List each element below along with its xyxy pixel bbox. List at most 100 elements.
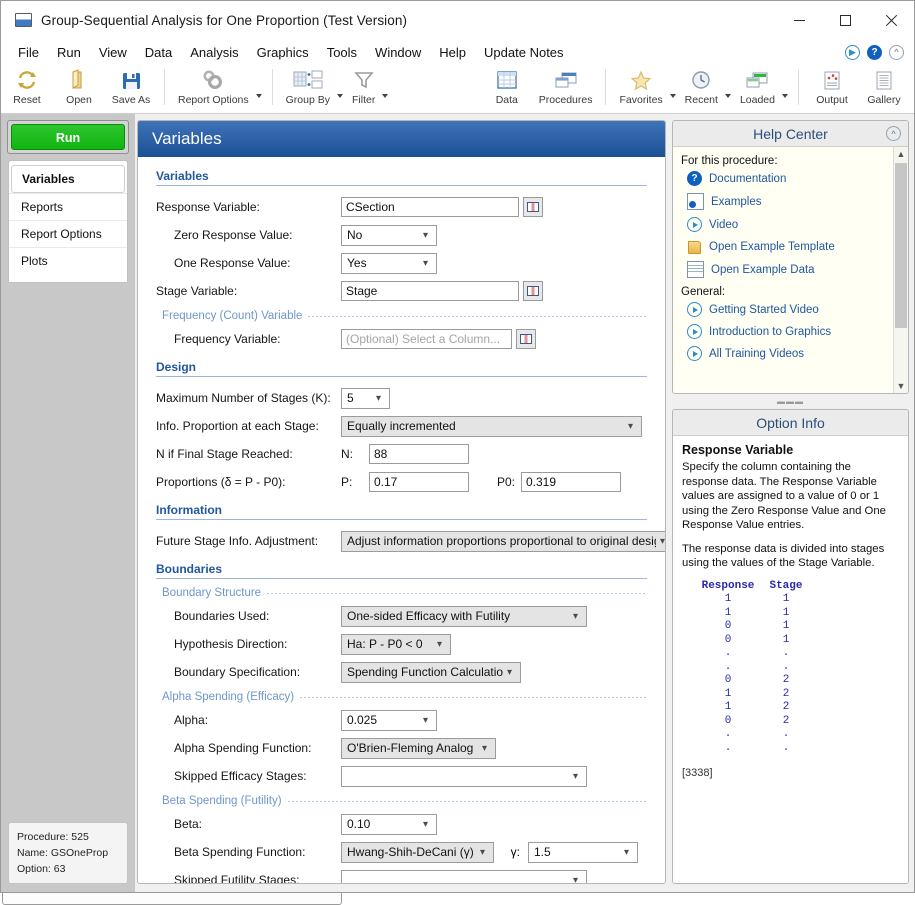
loaded-label: Loaded <box>739 94 775 106</box>
help-question-icon[interactable]: ? <box>867 44 882 60</box>
group-by-caret-icon[interactable] <box>336 94 343 98</box>
save-as-button[interactable]: Save As <box>105 65 157 111</box>
background-window-tab[interactable] <box>2 893 342 905</box>
run-play-icon[interactable]: ▶ <box>845 44 860 60</box>
help-item-all-training-videos[interactable]: All Training Videos <box>687 346 900 361</box>
open-data-grid-icon <box>687 261 704 278</box>
close-button[interactable] <box>868 1 914 39</box>
alpha-spending-function-select[interactable]: O'Brien-Fleming Analog ▾ <box>341 737 496 759</box>
max-stages-select[interactable]: 5 ▾ <box>341 387 390 409</box>
hypothesis-direction-select[interactable]: Ha: P - P0 < 0 ▾ <box>341 633 451 655</box>
gamma-select[interactable]: 1.5 ▾ <box>528 841 638 863</box>
menu-tools[interactable]: Tools <box>318 42 366 63</box>
procedures-button[interactable]: Procedures <box>533 65 599 111</box>
reset-button[interactable]: Reset <box>1 65 53 111</box>
alpha-select[interactable]: 0.025 ▾ <box>341 709 437 731</box>
label-beta: Beta: <box>174 817 203 831</box>
beta-spending-function-select[interactable]: Hwang-Shih-DeCani (γ) ▾ <box>341 841 494 863</box>
help-item-getting-started-video[interactable]: Getting Started Video <box>687 302 900 317</box>
filter-funnel-icon <box>353 68 375 92</box>
skipped-futility-stages-select[interactable]: ▾ <box>341 869 587 883</box>
cell-response: 0 <box>724 633 732 646</box>
subsection-boundary-structure-label: Boundary Structure <box>162 587 262 599</box>
boundaries-used-select[interactable]: One-sided Efficacy with Futility ▾ <box>341 605 587 627</box>
save-as-label: Save As <box>111 94 151 106</box>
info-proportion-select[interactable]: Equally incremented ▾ <box>341 415 642 437</box>
run-button[interactable]: Run <box>11 124 125 150</box>
menu-data[interactable]: Data <box>136 42 181 63</box>
menu-update-notes[interactable]: Update Notes <box>475 42 573 63</box>
scroll-up-icon[interactable]: ▲ <box>894 147 908 161</box>
help-item-documentation[interactable]: ? Documentation <box>687 171 900 186</box>
row-beta: Beta: 0.10 ▾ <box>156 811 647 837</box>
sidebar-item-reports[interactable]: Reports <box>9 193 127 220</box>
collapse-panel-icon[interactable]: ^ <box>886 126 901 141</box>
help-center-scrollbar[interactable]: ▲ ▼ <box>893 147 908 393</box>
stage-variable-column-picker-icon[interactable] <box>523 281 543 301</box>
report-options-caret-icon[interactable] <box>255 94 262 98</box>
gallery-button[interactable]: Gallery <box>858 65 910 111</box>
menu-view[interactable]: View <box>90 42 136 63</box>
menu-help[interactable]: Help <box>430 42 475 63</box>
recent-caret-icon[interactable] <box>724 94 731 98</box>
report-options-button[interactable]: Report Options <box>172 65 255 111</box>
boundary-specification-select[interactable]: Spending Function Calculation ▾ <box>341 661 521 683</box>
scrollbar-thumb[interactable] <box>895 163 907 328</box>
cell-stage: 2 <box>782 687 790 700</box>
sidebar-item-report-options[interactable]: Report Options <box>9 220 127 247</box>
group-by-button[interactable]: Group By <box>280 65 336 111</box>
sidebar-item-variables[interactable]: Variables <box>11 165 125 193</box>
variables-panel: Variables Variables Response Variable: Z… <box>137 120 666 884</box>
help-item-examples[interactable]: Examples <box>687 193 900 210</box>
help-item-video[interactable]: Video <box>687 217 900 232</box>
one-response-value-select[interactable]: Yes ▾ <box>341 252 437 274</box>
menu-run[interactable]: Run <box>48 42 90 63</box>
menu-graphics[interactable]: Graphics <box>248 42 318 63</box>
close-icon <box>885 14 898 27</box>
label-proportions: Proportions (δ = P - P0): <box>156 475 286 489</box>
frequency-variable-column-picker-icon[interactable] <box>516 329 536 349</box>
response-variable-input[interactable] <box>341 197 519 217</box>
row-future-stage-adjustment: Future Stage Info. Adjustment: Adjust in… <box>156 528 665 554</box>
help-item-open-example-data[interactable]: Open Example Data <box>687 261 900 278</box>
recent-button[interactable]: Recent <box>679 65 724 111</box>
cell-response: 0 <box>724 620 732 632</box>
minimize-button[interactable] <box>776 1 822 39</box>
data-button[interactable]: Data <box>481 65 533 111</box>
help-item-label: Examples <box>711 195 762 208</box>
maximize-button[interactable] <box>822 1 868 39</box>
proportion-p-input[interactable] <box>369 472 469 492</box>
panel-resize-grip[interactable]: ▬▬▬ <box>672 397 909 406</box>
toolbar-group-file: Reset Open Save As <box>1 65 157 113</box>
menu-file[interactable]: File <box>9 42 48 63</box>
stage-variable-input[interactable] <box>341 281 519 301</box>
response-variable-column-picker-icon[interactable] <box>523 197 543 217</box>
open-button[interactable]: Open <box>53 65 105 111</box>
label-alpha: Alpha: <box>174 713 209 727</box>
table-row: .. <box>694 647 899 661</box>
sidebar-item-plots[interactable]: Plots <box>9 247 127 274</box>
help-item-label: Getting Started Video <box>709 303 819 316</box>
future-stage-adjustment-select[interactable]: Adjust information proportions proportio… <box>341 530 665 552</box>
filter-button[interactable]: Filter <box>346 65 381 111</box>
loaded-caret-icon[interactable] <box>782 94 788 98</box>
help-item-open-example-template[interactable]: Open Example Template <box>687 239 900 254</box>
scroll-down-icon[interactable]: ▼ <box>894 379 908 393</box>
frequency-variable-input[interactable] <box>341 329 512 349</box>
panel-form: Variables Response Variable: Zero Respon… <box>138 157 665 883</box>
n-final-stage-input[interactable] <box>369 444 469 464</box>
help-item-introduction-to-graphics[interactable]: Introduction to Graphics <box>687 324 900 339</box>
beta-select[interactable]: 0.10 ▾ <box>341 813 437 835</box>
favorites-button[interactable]: Favorites <box>613 65 668 111</box>
loaded-button[interactable]: Loaded <box>734 65 781 111</box>
output-button[interactable]: Output <box>806 65 858 111</box>
menu-window[interactable]: Window <box>366 42 430 63</box>
proportion-p0-input[interactable] <box>521 472 621 492</box>
skipped-efficacy-stages-select[interactable]: ▾ <box>341 765 587 787</box>
favorites-caret-icon[interactable] <box>669 94 676 98</box>
zero-response-value-select[interactable]: No ▾ <box>341 224 437 246</box>
filter-caret-icon[interactable] <box>382 94 389 98</box>
menu-analysis[interactable]: Analysis <box>181 42 247 63</box>
collapse-ribbon-icon[interactable]: ^ <box>889 44 904 60</box>
output-label: Output <box>816 94 848 106</box>
